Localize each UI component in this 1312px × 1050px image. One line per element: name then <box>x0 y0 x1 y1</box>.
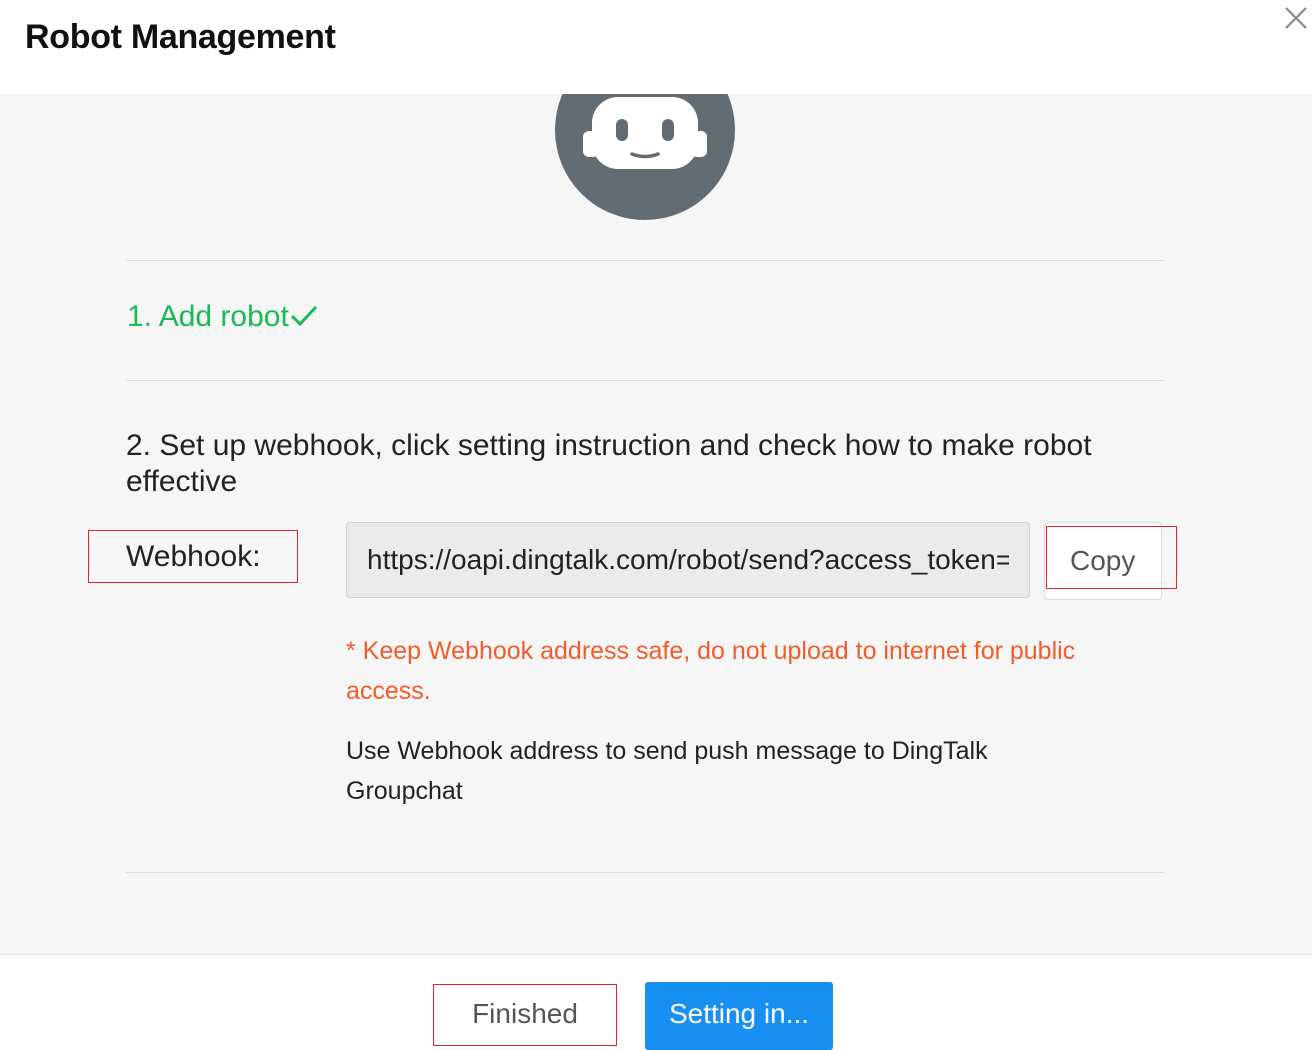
robot-management-dialog: Robot Management 1. Add robot 2. Set up … <box>0 0 1312 1050</box>
copy-button-label: Copy <box>1070 545 1136 576</box>
webhook-label-text: Webhook: <box>126 540 261 573</box>
finished-button[interactable]: Finished <box>433 984 617 1046</box>
setting-in-button-label: Setting in... <box>668 998 810 1029</box>
webhook-url-input[interactable] <box>346 522 1030 598</box>
finished-button-label: Finished <box>472 998 578 1029</box>
section-divider <box>126 380 1164 381</box>
webhook-description: Use Webhook address to send push message… <box>346 737 988 805</box>
step-1-add-robot: 1. Add robot <box>127 300 318 336</box>
dialog-title: Robot Management <box>25 18 336 56</box>
setting-in-button[interactable]: Setting in... <box>645 982 833 1050</box>
dialog-footer: Finished Setting in... <box>0 954 1312 1050</box>
checkmark-icon <box>290 302 318 336</box>
close-icon <box>1285 7 1307 29</box>
step-1-label: 1. Add robot <box>127 300 289 333</box>
close-button[interactable] <box>1280 2 1310 32</box>
webhook-label: Webhook: <box>88 530 298 583</box>
dialog-header: Robot Management <box>0 0 1312 94</box>
step-2-label: 2. Set up webhook, click setting instruc… <box>126 429 1092 498</box>
dialog-body: 1. Add robot 2. Set up webhook, click se… <box>0 94 1312 954</box>
section-divider <box>126 260 1164 261</box>
section-divider <box>126 872 1164 873</box>
copy-button[interactable]: Copy <box>1044 522 1162 600</box>
robot-avatar-icon <box>554 94 736 221</box>
webhook-safety-warning: * Keep Webhook address safe, do not uplo… <box>346 637 1076 705</box>
